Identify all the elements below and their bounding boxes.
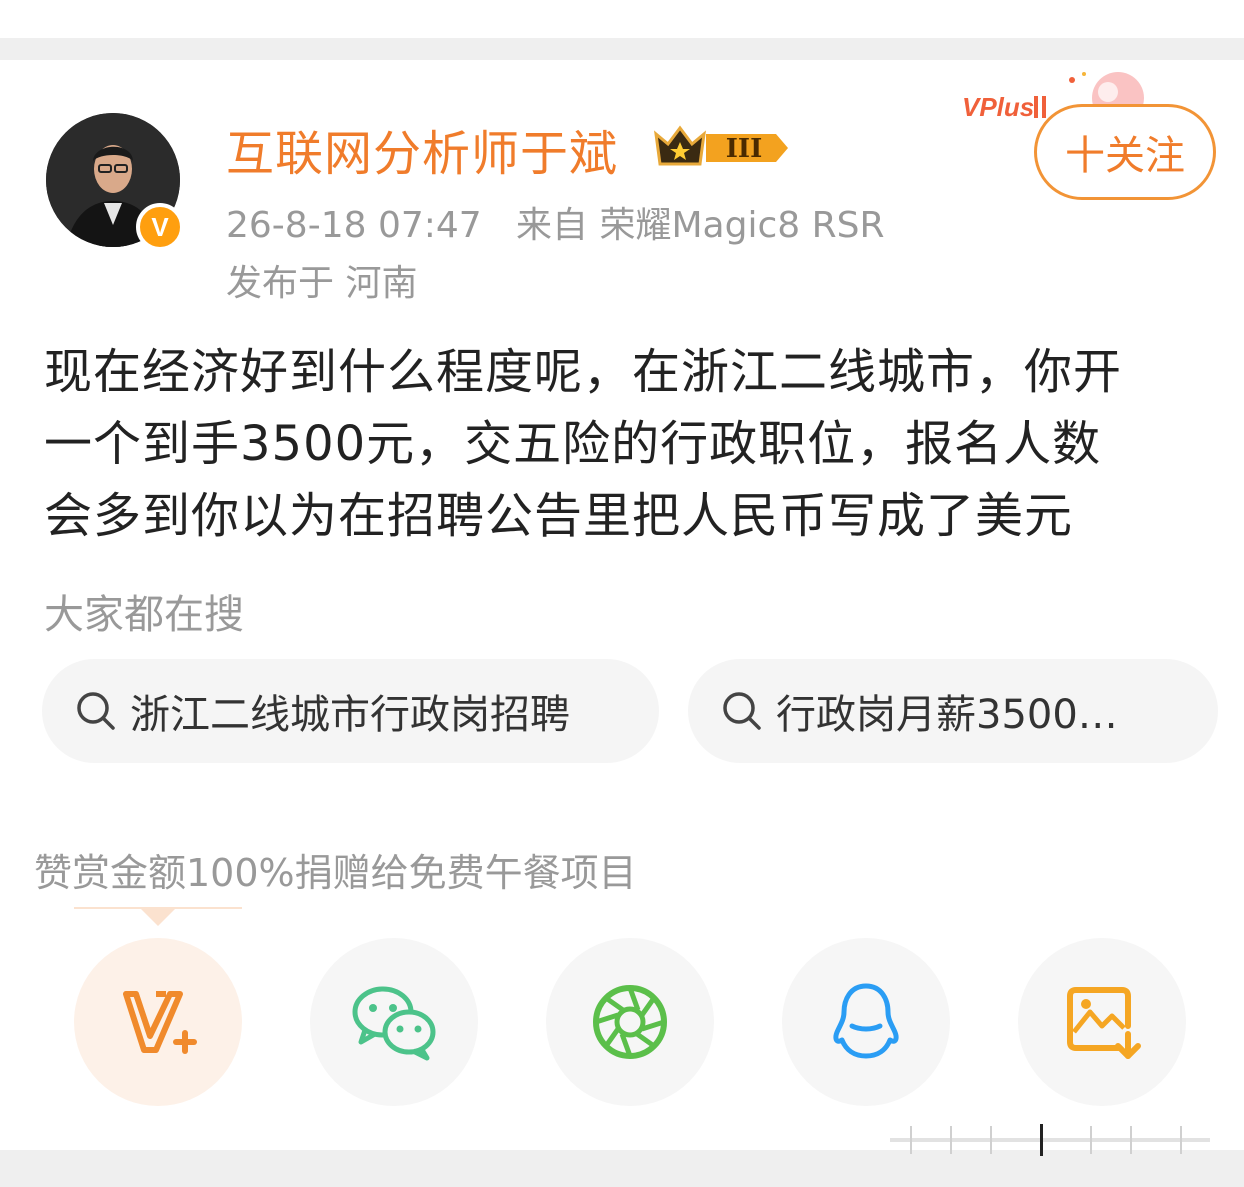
- donation-note: 赞赏金额100%捐赠给免费午餐项目: [34, 851, 637, 895]
- save-image-button[interactable]: [1018, 938, 1186, 1106]
- post-body: 现在经济好到什么程度呢，在浙江二线城市，你开 一个到手3500元，交五险的行政职…: [44, 336, 1224, 552]
- share-qq-button[interactable]: [782, 938, 950, 1106]
- trending-search-label: 行政岗月薪3500…: [776, 692, 1118, 738]
- follow-button[interactable]: 十关注: [1034, 104, 1216, 200]
- post-line: 会多到你以为在招聘公告里把人民币写成了美元: [44, 488, 1074, 544]
- share-wechat-button[interactable]: [310, 938, 478, 1106]
- search-icon: [723, 692, 761, 730]
- scroll-indicator: [890, 1124, 1210, 1156]
- trending-search-heading: 大家都在搜: [44, 592, 244, 638]
- member-crown-icon: III: [654, 125, 788, 166]
- timestamp: 26-8-18 07:47: [226, 205, 482, 246]
- username[interactable]: 互联网分析师于斌: [226, 114, 618, 184]
- verified-badge-icon: V: [136, 203, 184, 251]
- post-line: 现在经济好到什么程度呢，在浙江二线城市，你开: [44, 344, 1123, 400]
- trending-search-item[interactable]: 浙江二线城市行政岗招聘: [42, 659, 659, 763]
- post-line: 一个到手3500元，交五险的行政职位，报名人数: [44, 416, 1102, 472]
- vplus-reward-button[interactable]: [74, 938, 242, 1106]
- share-moments-button[interactable]: [546, 938, 714, 1106]
- trending-search-item[interactable]: 行政岗月薪3500…: [688, 659, 1218, 763]
- top-divider: [0, 38, 1244, 60]
- search-icon: [77, 692, 115, 730]
- wechat-icon: [352, 986, 436, 1061]
- trending-search-label: 浙江二线城市行政岗招聘: [130, 692, 570, 738]
- post-source: 来自 荣耀Magic8 RSR: [516, 205, 885, 246]
- vplus-icon: [123, 991, 197, 1054]
- qq-icon: [833, 983, 899, 1059]
- level-badge-text: III: [726, 134, 763, 164]
- post-location: 发布于 河南: [226, 263, 418, 304]
- post-meta: 26-8-18 07:47 来自 荣耀Magic8 RSR: [226, 196, 885, 248]
- save-image-icon: [1067, 987, 1141, 1059]
- tooltip-pointer: [74, 907, 242, 926]
- moments-icon: [593, 985, 667, 1059]
- svg-text:VPlus: VPlus: [962, 92, 1034, 122]
